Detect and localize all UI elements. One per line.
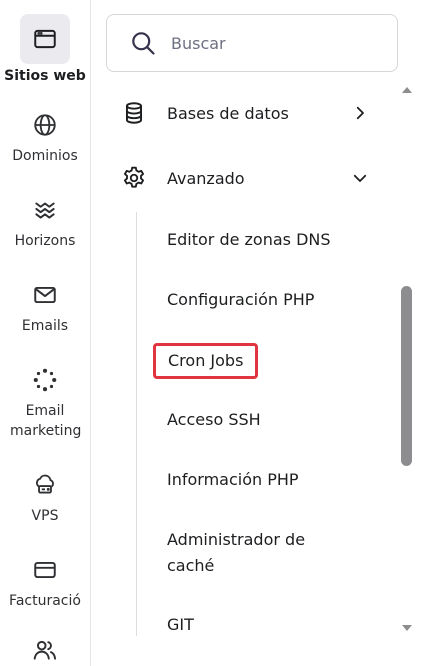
submenu-item-ssh-access[interactable]: Acceso SSH — [167, 407, 367, 433]
submenu-guide-line — [136, 212, 137, 636]
rail-item-vps[interactable]: VPS — [0, 472, 90, 526]
search-icon — [129, 29, 157, 57]
left-nav-rail: Sitios web Dominios Horizons Emails Emai… — [0, 0, 91, 666]
submenu-item-php-info[interactable]: Información PHP — [167, 467, 367, 493]
rail-label: Sitios web — [4, 68, 86, 84]
chevron-right-icon — [351, 104, 369, 122]
rail-item-sitios-web[interactable]: Sitios web — [0, 14, 90, 86]
menu-item-bases-de-datos[interactable]: Bases de datos — [121, 91, 369, 135]
rail-label: VPS — [31, 508, 59, 524]
rail-label: Horizons — [14, 233, 76, 249]
rail-active-box — [20, 14, 70, 64]
browser-window-icon — [32, 26, 58, 52]
rail-item-horizons[interactable]: Horizons — [0, 197, 90, 251]
spinner-dots-icon — [32, 367, 58, 393]
rail-item-emails[interactable]: Emails — [0, 282, 90, 336]
rail-label: Dominios — [12, 148, 78, 164]
submenu-item-dns-zone-editor[interactable]: Editor de zonas DNS — [167, 227, 367, 253]
rail-label: Email marketing — [10, 403, 82, 439]
horizons-icon — [32, 197, 58, 223]
rail-label: Facturació — [9, 593, 81, 609]
users-icon — [32, 637, 58, 663]
globe-icon — [32, 112, 58, 138]
menu-item-label: Avanzado — [167, 168, 245, 188]
scrollbar-thumb[interactable] — [401, 286, 412, 466]
main-panel: Bases de datos Avanzado Edi — [91, 0, 426, 666]
mail-icon — [32, 282, 58, 308]
rail-item-email-marketing[interactable]: Email marketing — [0, 367, 90, 441]
submenu-item-git[interactable]: GIT — [167, 612, 367, 638]
cloud-server-icon — [32, 472, 58, 498]
menu-item-avanzado[interactable]: Avanzado — [121, 156, 369, 200]
search-input[interactable] — [169, 32, 373, 54]
scroll-down-arrow-icon[interactable] — [402, 618, 412, 631]
hosting-panel: Sitios web Dominios Horizons Emails Emai… — [0, 0, 426, 666]
submenu-item-cron-jobs[interactable]: Cron Jobs — [153, 343, 259, 379]
rail-label: Emails — [21, 318, 69, 334]
rail-item-facturacion[interactable]: Facturació — [0, 557, 90, 611]
gear-icon — [121, 165, 147, 191]
submenu-item-cache-manager[interactable]: Administrador de caché — [167, 527, 347, 579]
scroll-up-arrow-icon[interactable] — [402, 80, 412, 93]
search-box[interactable] — [106, 14, 398, 72]
database-icon — [121, 100, 147, 126]
rail-item-users[interactable] — [0, 637, 90, 666]
chevron-down-icon — [351, 169, 369, 187]
menu-item-label: Bases de datos — [167, 103, 289, 123]
rail-item-dominios[interactable]: Dominios — [0, 112, 90, 166]
submenu-item-php-config[interactable]: Configuración PHP — [167, 287, 367, 313]
credit-card-icon — [32, 557, 58, 583]
